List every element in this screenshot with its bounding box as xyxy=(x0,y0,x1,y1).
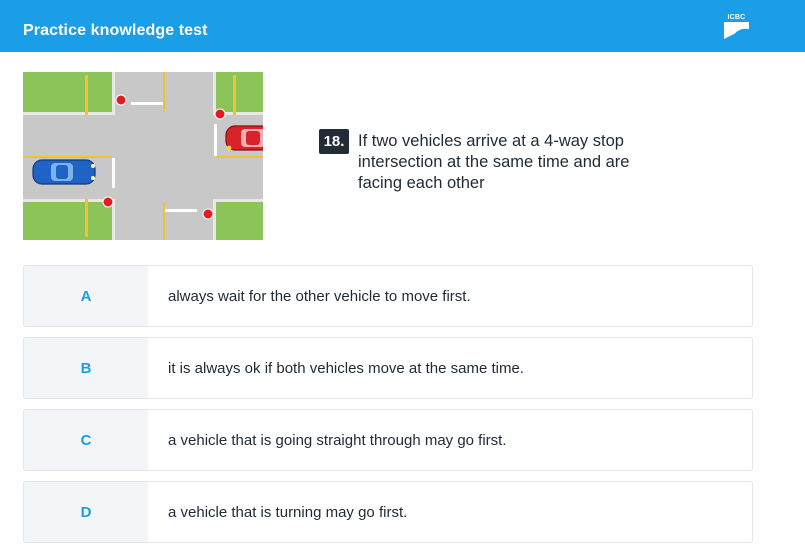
top-bar: Practice knowledge test ICBC xyxy=(0,0,805,52)
answer-option-b[interactable]: B it is always ok if both vehicles move … xyxy=(23,337,753,399)
answer-option-c[interactable]: C a vehicle that is going straight throu… xyxy=(23,409,753,471)
page-title: Practice knowledge test xyxy=(23,22,208,39)
answer-letter: B xyxy=(24,338,148,398)
red-car-icon xyxy=(225,125,263,151)
grass-bottom-right xyxy=(213,202,263,240)
logo-text: ICBC xyxy=(727,14,746,21)
stop-sign-icon xyxy=(115,94,127,106)
answer-option-d[interactable]: D a vehicle that is turning may go first… xyxy=(23,481,753,543)
answer-text: a vehicle that is turning may go first. xyxy=(168,503,408,521)
answer-letter: C xyxy=(24,410,148,470)
grass-top-left xyxy=(23,72,115,112)
stop-sign-icon xyxy=(102,196,114,208)
answer-text: it is always ok if both vehicles move at… xyxy=(168,359,524,377)
stop-sign-icon xyxy=(202,208,214,220)
intersection-illustration xyxy=(23,72,263,240)
icbc-logo-icon[interactable]: ICBC xyxy=(723,13,750,40)
answer-text: always wait for the other vehicle to mov… xyxy=(168,287,471,305)
question-number: 18. xyxy=(319,129,349,154)
stop-sign-icon xyxy=(214,108,226,120)
answer-letter: A xyxy=(24,266,148,326)
grass-bottom-left xyxy=(23,202,115,240)
grass-top-right xyxy=(213,72,263,112)
blue-car-icon xyxy=(32,159,96,185)
answer-option-a[interactable]: A always wait for the other vehicle to m… xyxy=(23,265,753,327)
question-text: If two vehicles arrive at a 4-way stop i… xyxy=(358,132,630,192)
answer-text: a vehicle that is going straight through… xyxy=(168,431,507,449)
answer-letter: D xyxy=(24,482,148,542)
